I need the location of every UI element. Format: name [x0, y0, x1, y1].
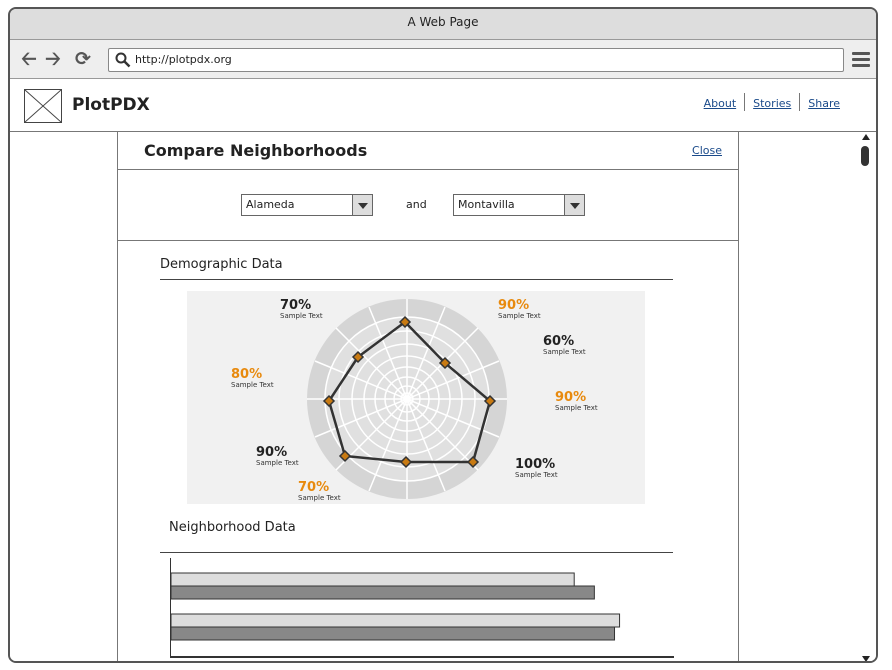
- select-value: Alameda: [246, 198, 295, 211]
- address-bar[interactable]: http://plotpdx.org: [108, 48, 844, 72]
- radar-caption: Sample Text: [298, 494, 341, 502]
- site-header: PlotPDX About Stories Share: [10, 79, 876, 132]
- menu-icon[interactable]: [852, 52, 870, 68]
- panel-header: Compare Neighborhoods Close: [118, 132, 738, 170]
- site-brand: PlotPDX: [72, 95, 150, 115]
- scroll-thumb[interactable]: [861, 146, 869, 166]
- radar-label: 90% Sample Text: [555, 390, 598, 412]
- select-value: Montavilla: [458, 198, 515, 211]
- search-icon: [115, 52, 131, 68]
- bar: [170, 626, 616, 641]
- nav-link-share[interactable]: Share: [800, 97, 848, 110]
- radar-chart: 70% Sample Text 90% Sample Text 60% Samp…: [187, 291, 645, 504]
- logo-placeholder-icon: [24, 89, 62, 123]
- top-nav: About Stories Share: [696, 93, 848, 111]
- radar-caption: Sample Text: [256, 459, 299, 467]
- chevron-down-icon[interactable]: [352, 195, 372, 215]
- radar-caption: Sample Text: [543, 348, 586, 356]
- browser-toolbar: 🡠 🡢 ⟳ http://plotpdx.org: [10, 40, 876, 79]
- nav-link-about[interactable]: About: [696, 97, 745, 110]
- section-divider: [160, 552, 673, 553]
- scroll-up-icon[interactable]: [862, 134, 870, 140]
- bar: [170, 613, 621, 628]
- neighborhood-a-select[interactable]: Alameda: [241, 194, 373, 216]
- back-arrow-icon[interactable]: 🡠: [18, 49, 40, 71]
- bar: [170, 585, 595, 600]
- chevron-down-icon[interactable]: [564, 195, 584, 215]
- radar-label: 70% Sample Text: [298, 480, 341, 502]
- radar-value: 90%: [498, 298, 530, 313]
- nav-link-stories[interactable]: Stories: [745, 97, 799, 110]
- radar-value: 80%: [231, 367, 263, 382]
- radar-label: 90% Sample Text: [498, 298, 541, 320]
- demographic-title: Demographic Data: [160, 257, 283, 272]
- radar-caption: Sample Text: [555, 404, 598, 412]
- section-divider: [160, 279, 673, 280]
- radar-value: 70%: [298, 480, 330, 495]
- compare-panel: Compare Neighborhoods Close Alameda and …: [117, 132, 739, 661]
- page-content: Compare Neighborhoods Close Alameda and …: [10, 132, 876, 661]
- radar-value: 90%: [555, 390, 587, 405]
- bar: [170, 572, 575, 587]
- radar-value: 100%: [515, 457, 556, 472]
- radar-caption: Sample Text: [515, 471, 558, 479]
- and-label: and: [406, 198, 427, 211]
- neighborhood-selectors: Alameda and Montavilla: [118, 170, 738, 241]
- window-title: A Web Page: [10, 9, 876, 40]
- radar-label: 80% Sample Text: [231, 367, 274, 389]
- neighborhood-title: Neighborhood Data: [169, 520, 296, 535]
- scrollbar[interactable]: [860, 134, 872, 661]
- forward-arrow-icon[interactable]: 🡢: [42, 49, 64, 71]
- radar-value: 70%: [280, 298, 312, 313]
- radar-value: 90%: [256, 445, 288, 460]
- radar-caption: Sample Text: [231, 381, 274, 389]
- close-link[interactable]: Close: [692, 144, 722, 157]
- radar-value: 60%: [543, 334, 575, 349]
- bar-chart: [170, 558, 674, 658]
- url-text: http://plotpdx.org: [135, 53, 232, 66]
- radar-caption: Sample Text: [498, 312, 541, 320]
- neighborhood-b-select[interactable]: Montavilla: [453, 194, 585, 216]
- scroll-down-icon[interactable]: [862, 656, 870, 661]
- radar-caption: Sample Text: [280, 312, 323, 320]
- radar-label: 60% Sample Text: [543, 334, 586, 356]
- panel-title: Compare Neighborhoods: [144, 141, 368, 160]
- radar-label: 70% Sample Text: [280, 298, 323, 320]
- reload-icon[interactable]: ⟳: [72, 49, 94, 71]
- radar-label: 90% Sample Text: [256, 445, 299, 467]
- radar-label: 100% Sample Text: [515, 457, 558, 479]
- browser-window: A Web Page 🡠 🡢 ⟳ http://plotpdx.org Plot…: [8, 7, 878, 663]
